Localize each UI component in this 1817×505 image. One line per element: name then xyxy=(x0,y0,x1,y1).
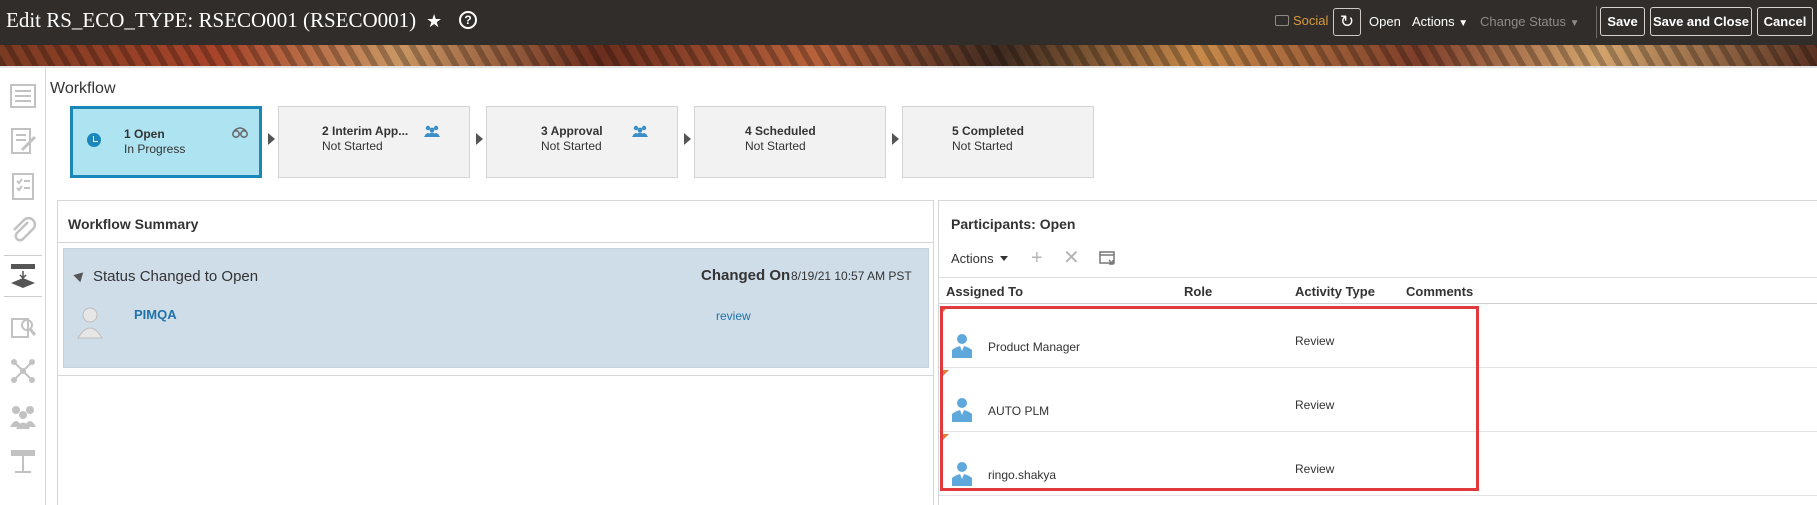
stage-name: 4 Scheduled xyxy=(745,124,816,138)
change-status-menu: Change Status ▼ xyxy=(1480,14,1580,29)
column-header-assigned-to[interactable]: Assigned To xyxy=(946,284,1023,299)
activity-link[interactable]: review xyxy=(716,309,751,323)
user-link[interactable]: PIMQA xyxy=(134,307,177,322)
column-header-comments[interactable]: Comments xyxy=(1406,284,1473,299)
cancel-button[interactable]: Cancel xyxy=(1757,7,1813,36)
left-navigation-rail xyxy=(0,68,46,505)
save-and-close-button[interactable]: Save and Close xyxy=(1650,7,1752,36)
stage-status: Not Started xyxy=(541,139,602,153)
chevron-down-icon: ▼ xyxy=(1458,18,1469,29)
changed-on-value: 8/19/21 10:57 AM PST xyxy=(791,269,912,283)
change-status-label: Change Status xyxy=(1480,14,1567,29)
checklist-icon[interactable] xyxy=(6,168,40,204)
stage-open[interactable]: 1 Open In Progress xyxy=(70,106,262,178)
stage-name: 5 Completed xyxy=(952,124,1025,138)
stage-approval[interactable]: 3 Approval Not Started xyxy=(486,106,678,178)
stage-interim-approval[interactable]: 2 Interim App... Not Started xyxy=(278,106,470,178)
clock-icon xyxy=(87,133,101,147)
page-title: Edit RS_ECO_TYPE: RSECO001 (RSECO001) xyxy=(6,8,417,32)
workflow-icon[interactable] xyxy=(4,255,42,297)
search-document-icon[interactable] xyxy=(6,308,40,344)
panel-divider xyxy=(58,375,933,376)
help-icon[interactable]: ? xyxy=(459,11,477,29)
status-change-text: Status Changed to Open xyxy=(93,268,259,285)
collapse-triangle-icon[interactable] xyxy=(73,268,87,283)
favorite-star-icon[interactable]: ★ xyxy=(426,11,442,32)
stage-status: Not Started xyxy=(322,139,383,153)
column-header-activity-type[interactable]: Activity Type xyxy=(1295,284,1375,299)
workflow-summary-title: Workflow Summary xyxy=(68,216,199,232)
stage-status: Not Started xyxy=(745,139,806,153)
stage-name: 3 Approval xyxy=(541,124,603,138)
status-label: Open xyxy=(1369,14,1401,29)
stage-status: In Progress xyxy=(124,142,186,156)
social-link[interactable]: Social xyxy=(1275,13,1328,28)
changed-on-label: Changed On xyxy=(701,267,791,284)
chevron-down-icon: ▼ xyxy=(1569,18,1580,29)
stage-arrow-icon xyxy=(268,133,275,145)
actions-menu-label: Actions xyxy=(1412,14,1455,29)
header-divider xyxy=(1596,6,1597,38)
stage-name: 2 Interim App... xyxy=(322,124,409,138)
summary-entry[interactable]: Status Changed to Open Changed On 8/19/2… xyxy=(63,248,929,368)
table-header-top-divider xyxy=(939,277,1817,278)
workflow-title: Workflow xyxy=(50,80,116,97)
stage-arrow-icon xyxy=(476,133,483,145)
participants-actions-menu[interactable]: Actions xyxy=(951,251,1008,266)
actions-menu-label: Actions xyxy=(951,251,994,266)
stage-arrow-icon xyxy=(892,133,899,145)
structure-icon[interactable] xyxy=(6,443,40,479)
participants-title: Participants: Open xyxy=(951,216,1076,232)
social-label: Social xyxy=(1293,13,1329,28)
stage-name: 1 Open xyxy=(124,127,165,141)
highlight-box xyxy=(940,306,1479,491)
column-header-role[interactable]: Role xyxy=(1184,284,1212,299)
panel-divider xyxy=(58,242,933,243)
team-icon xyxy=(424,124,440,137)
relationships-icon[interactable] xyxy=(6,353,40,389)
overview-icon[interactable] xyxy=(6,78,40,114)
detach-table-icon[interactable] xyxy=(1099,251,1117,267)
stage-arrow-icon xyxy=(684,133,691,145)
people-icon[interactable] xyxy=(6,398,40,434)
workflow-summary-panel: Workflow Summary Status Changed to Open … xyxy=(57,200,934,505)
stage-completed[interactable]: 5 Completed Not Started xyxy=(902,106,1094,178)
refresh-icon[interactable]: ↻ xyxy=(1333,8,1361,36)
app-header: Edit RS_ECO_TYPE: RSECO001 (RSECO001) ★ … xyxy=(0,0,1817,45)
stage-status: Not Started xyxy=(952,139,1013,153)
attachment-icon[interactable] xyxy=(6,213,40,249)
stage-scheduled[interactable]: 4 Scheduled Not Started xyxy=(694,106,886,178)
edit-document-icon[interactable] xyxy=(6,123,40,159)
decorative-banner xyxy=(0,45,1817,66)
view-approvers-icon[interactable] xyxy=(231,125,249,139)
save-button[interactable]: Save xyxy=(1600,7,1645,36)
team-icon xyxy=(632,124,648,137)
social-icon xyxy=(1275,15,1289,26)
chevron-down-icon xyxy=(999,256,1008,261)
banner-divider xyxy=(0,66,1817,68)
actions-menu[interactable]: Actions ▼ xyxy=(1412,14,1468,29)
delete-icon[interactable]: ✕ xyxy=(1063,248,1080,268)
add-icon[interactable]: + xyxy=(1031,248,1043,268)
user-avatar-icon xyxy=(77,307,103,339)
